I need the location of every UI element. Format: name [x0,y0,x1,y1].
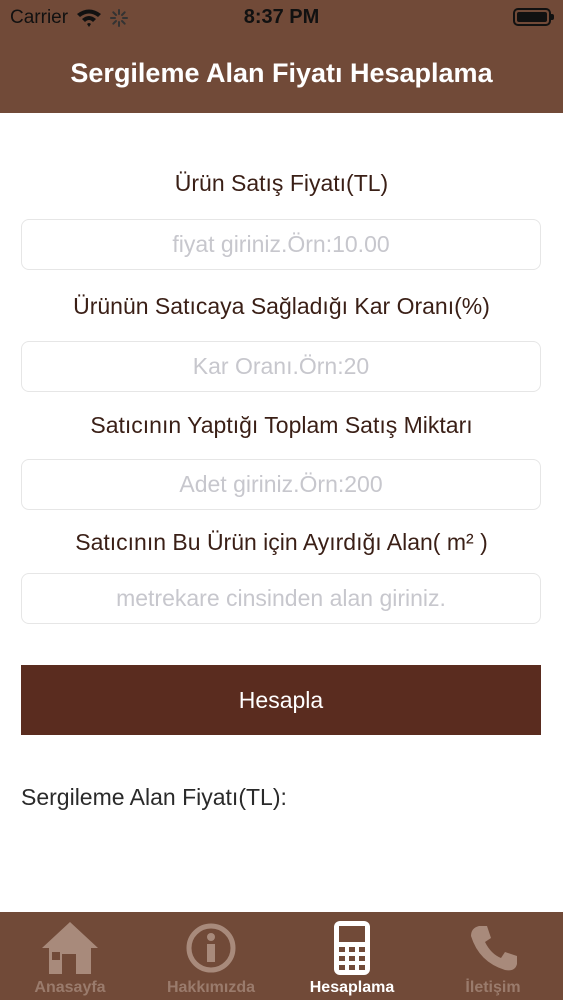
tab-about[interactable]: Hakkımızda [141,912,281,1000]
home-icon [0,918,140,978]
result-label: Sergileme Alan Fiyatı(TL): [21,784,287,810]
tab-contact-label: İletişim [465,979,521,996]
tab-about-label: Hakkımızda [166,979,256,996]
status-bar: Carrier 8:37 PM [0,0,563,38]
tab-home[interactable]: Anasayfa [0,912,140,1000]
price-input[interactable] [21,219,541,270]
price-label: Ürün Satış Fiyatı(TL) [174,170,389,196]
calculator-icon [282,918,422,978]
info-icon [141,918,281,978]
navigation-bar: Sergileme Alan Fiyatı Hesaplama [0,38,563,113]
phone-icon [423,918,563,978]
page-title: Sergileme Alan Fiyatı Hesaplama [70,58,493,88]
profit-rate-label: Ürünün Satıcaya Sağladığı Kar Oranı(%) [73,293,490,319]
tab-contact[interactable]: İletişim [423,912,563,1000]
tab-home-label: Anasayfa [34,979,106,996]
area-label: Satıcının Bu Ürün için Ayırdığı Alan( m²… [75,529,488,555]
tab-calculation[interactable]: Hesaplama [282,912,422,1000]
sales-quantity-input[interactable] [21,459,541,510]
status-time: 8:37 PM [243,6,320,28]
calculate-button[interactable]: Hesapla [21,665,541,735]
battery-icon [513,8,554,26]
tab-calculation-label: Hesaplama [309,979,395,996]
area-input[interactable] [21,573,541,624]
profit-rate-input[interactable] [21,341,541,392]
tab-bar: Anasayfa Hakkımızda Hesaplama İletişim [0,912,563,1000]
sales-quantity-label: Satıcının Yaptığı Toplam Satış Miktarı [90,412,473,438]
